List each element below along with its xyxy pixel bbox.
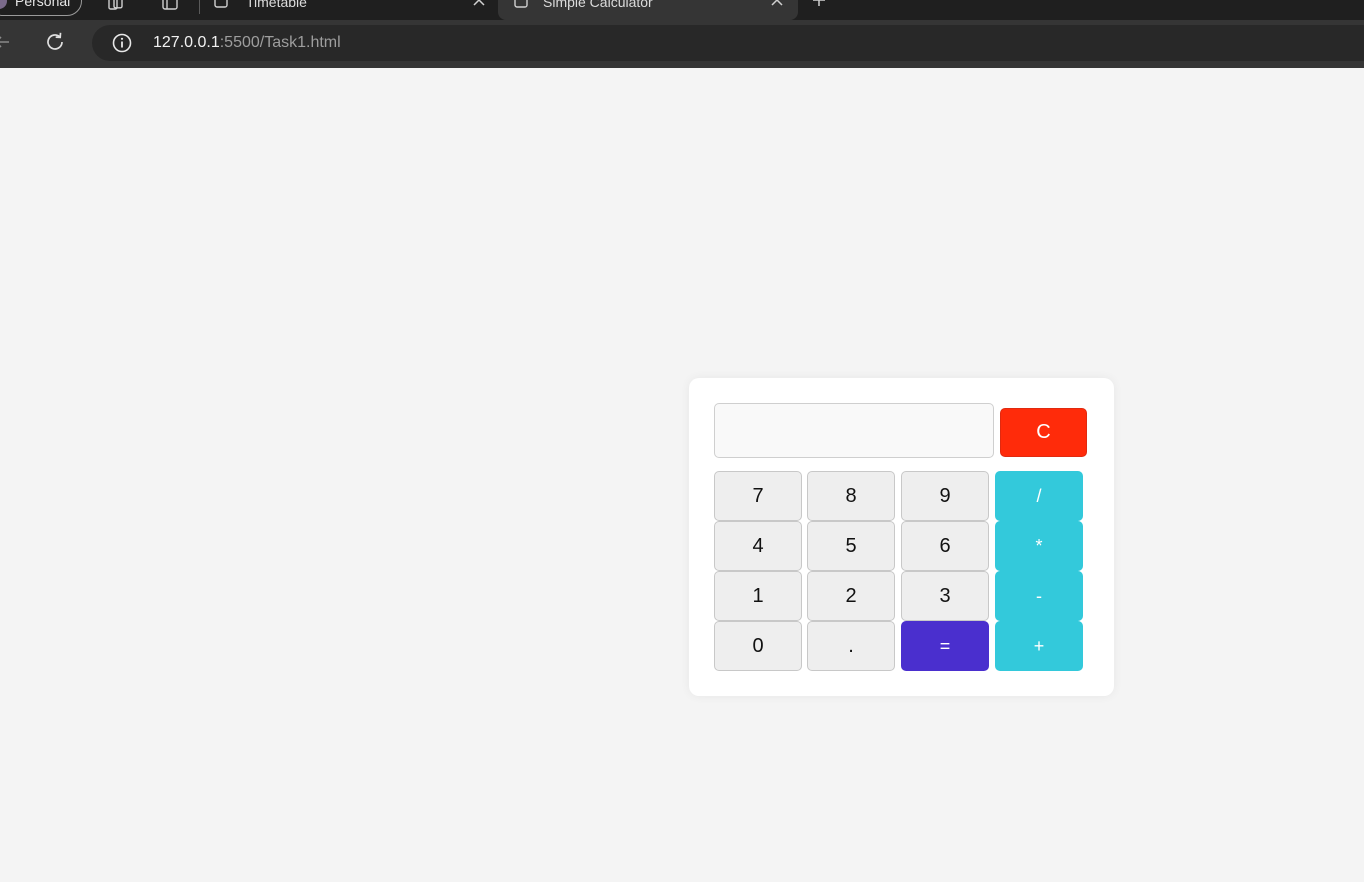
digit-1-button[interactable]: 1 [714,571,802,621]
clear-button[interactable]: C [1000,408,1087,457]
equals-button[interactable]: = [901,621,989,671]
profile-button[interactable]: Personal [0,0,82,16]
workspaces-icon[interactable] [108,0,124,10]
url-text: 127.0.0.1:5500/Task1.html [153,34,341,52]
decimal-button[interactable]: . [807,621,895,671]
page-icon [514,0,528,8]
profile-avatar [0,0,7,9]
digit-9-button[interactable]: 9 [901,471,989,521]
divide-button[interactable]: / [995,471,1083,521]
browser-toolbar: 127.0.0.1:5500/Task1.html [0,20,1364,68]
tab-actions-icon[interactable] [162,0,178,10]
close-tab-icon[interactable] [771,0,783,6]
calculator-display[interactable] [714,403,994,458]
tab-timetable[interactable]: Timetable [214,0,498,20]
tab-title: Timetable [246,0,307,10]
new-tab-icon[interactable] [813,0,825,6]
tab-simple-calculator[interactable]: Simple Calculator [498,0,798,20]
digit-8-button[interactable]: 8 [807,471,895,521]
multiply-button[interactable]: * [995,521,1083,571]
tab-title: Simple Calculator [543,0,653,10]
reload-icon[interactable] [44,31,66,53]
back-arrow-icon[interactable] [0,34,10,50]
close-tab-icon[interactable] [473,0,485,6]
digit-3-button[interactable]: 3 [901,571,989,621]
browser-tab-strip: Personal Timetable Simple Calculator [0,0,1364,20]
digit-4-button[interactable]: 4 [714,521,802,571]
page-icon [214,0,228,8]
digit-5-button[interactable]: 5 [807,521,895,571]
digit-2-button[interactable]: 2 [807,571,895,621]
calculator-card: C 7 8 9 / 4 5 6 * 1 2 3 - 0 . = + [689,378,1114,696]
add-button[interactable]: + [995,621,1083,671]
digit-6-button[interactable]: 6 [901,521,989,571]
url-path: :5500/Task1.html [219,34,341,51]
profile-label: Personal [15,0,71,9]
digit-7-button[interactable]: 7 [714,471,802,521]
digit-0-button[interactable]: 0 [714,621,802,671]
subtract-button[interactable]: - [995,571,1083,621]
site-info-icon[interactable] [112,33,132,53]
tab-strip-divider [199,0,200,14]
url-host: 127.0.0.1 [153,34,220,51]
address-bar[interactable]: 127.0.0.1:5500/Task1.html [92,25,1364,61]
